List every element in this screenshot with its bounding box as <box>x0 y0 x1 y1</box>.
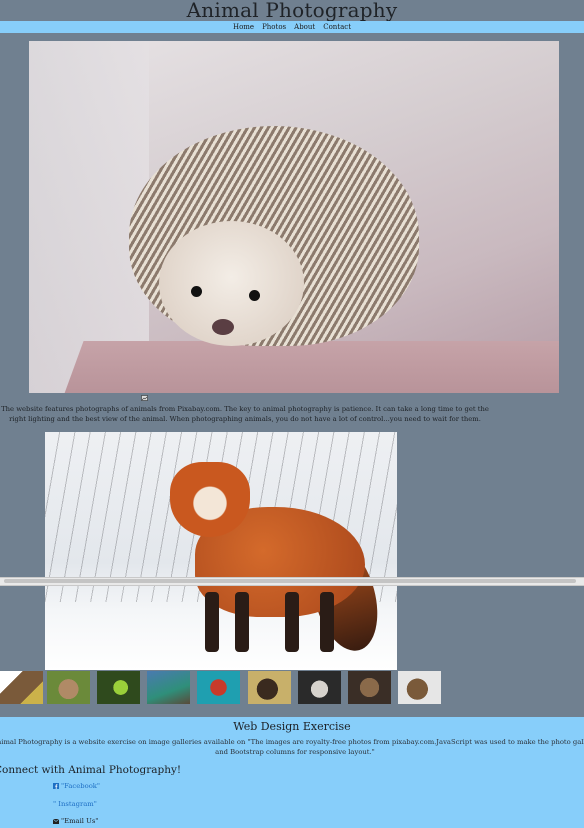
thumbnail-frog[interactable] <box>97 671 140 704</box>
nav-contact[interactable]: Contact <box>323 23 351 31</box>
thumbnail-owl[interactable] <box>348 671 391 704</box>
featured-photo-fox[interactable] <box>45 432 397 670</box>
nav-about[interactable]: About <box>294 23 315 31</box>
scrollbar-thumb[interactable] <box>4 579 576 583</box>
thumbnail-ram[interactable] <box>398 671 441 704</box>
facebook-link-label: "Facebook" <box>61 782 101 790</box>
hedgehog-eye-left <box>191 286 202 297</box>
email-link[interactable]: "Email Us" <box>52 817 99 825</box>
thumbnail-lizard[interactable] <box>147 671 190 704</box>
thumbnail-deer[interactable] <box>298 671 341 704</box>
photo-ledge <box>54 341 559 393</box>
navbar: Home Photos About Contact <box>0 21 584 33</box>
thumbnail-rabbit[interactable] <box>47 671 90 704</box>
facebook-icon <box>53 783 59 789</box>
footer: Web Design Exercise Animal Photography i… <box>0 717 584 828</box>
facebook-link[interactable]: "Facebook" <box>53 782 100 790</box>
broken-image-icon <box>141 395 148 401</box>
thumbnail-parrot[interactable] <box>197 671 240 704</box>
instagram-link[interactable]: " Instagram" <box>53 800 97 808</box>
fox-leg <box>320 592 334 652</box>
main-photo-hedgehog <box>29 41 559 393</box>
connect-heading: Connect with Animal Photography! <box>0 764 182 776</box>
intro-paragraph: The website features photographs of anim… <box>1 405 489 423</box>
nav-home[interactable]: Home <box>233 23 254 31</box>
hedgehog-nose <box>212 319 234 335</box>
fox-leg <box>205 592 219 652</box>
site-title: Animal Photography <box>186 0 398 22</box>
footer-description: Animal Photography is a website exercise… <box>0 738 584 756</box>
instagram-link-label: " Instagram" <box>53 800 97 808</box>
fox-leg <box>285 592 299 652</box>
footer-title: Web Design Exercise <box>233 720 351 733</box>
nav-photos[interactable]: Photos <box>262 23 286 31</box>
fox-leg <box>235 592 249 652</box>
email-link-label: "Email Us" <box>61 817 99 825</box>
hedgehog-eye-right <box>249 290 260 301</box>
thumbnail-bison[interactable] <box>248 671 291 704</box>
fox-head <box>170 462 250 537</box>
thumbnail-eagle[interactable] <box>0 671 43 704</box>
envelope-icon <box>52 818 60 824</box>
horizontal-scrollbar[interactable] <box>0 577 584 586</box>
